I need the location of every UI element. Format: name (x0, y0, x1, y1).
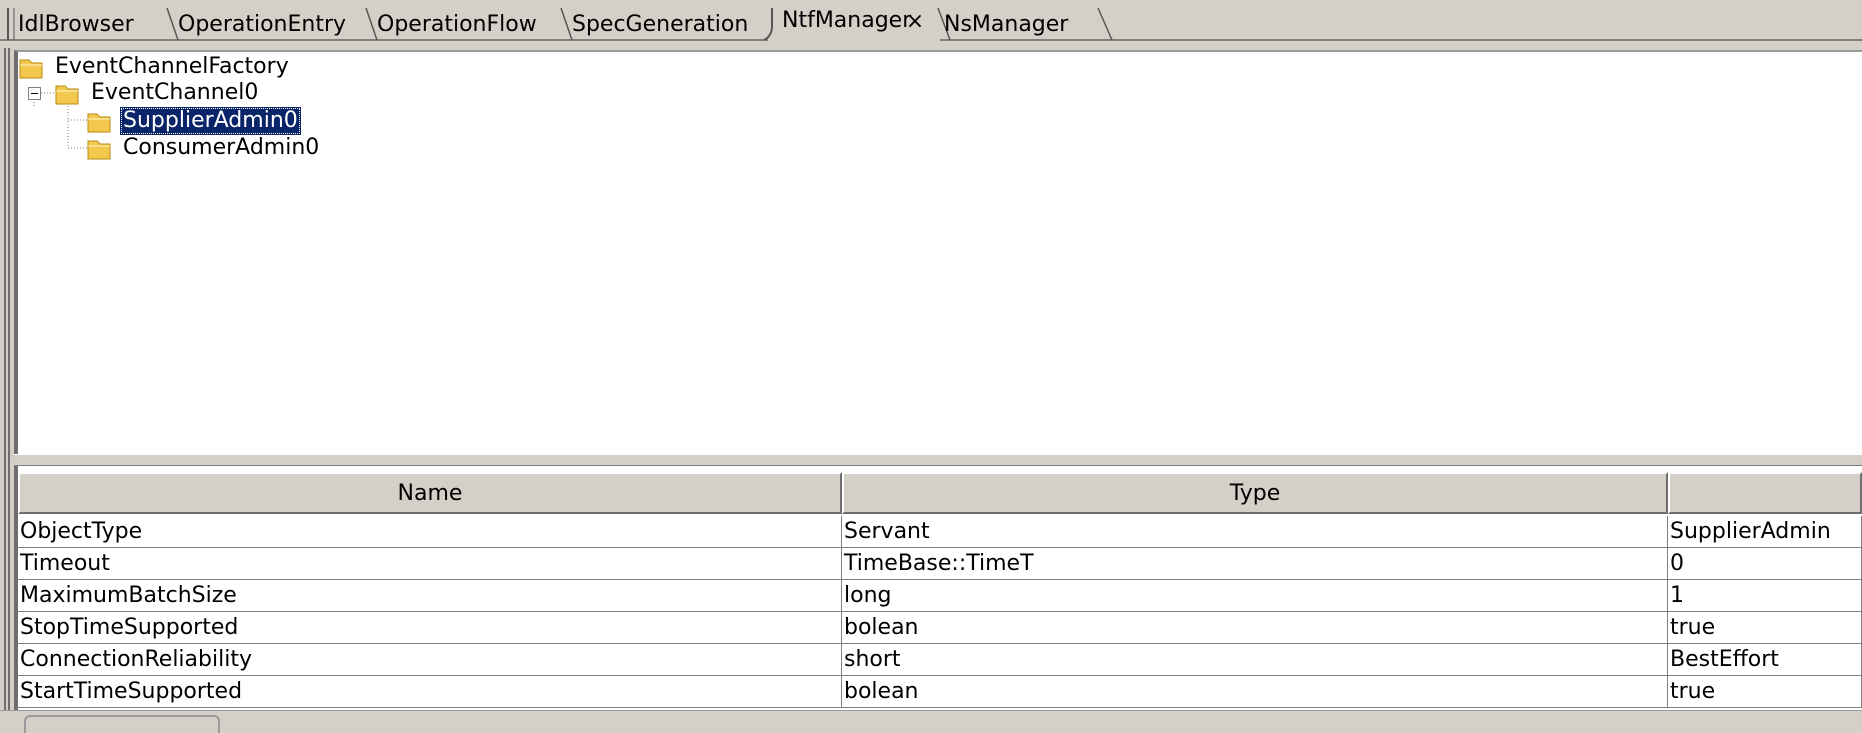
cell-type: Servant (842, 516, 1668, 548)
bottom-tab[interactable] (24, 715, 220, 733)
tree-node-supplieradmin[interactable]: SupplierAdmin0 (86, 106, 301, 136)
cell-name: StartTimeSupported (18, 676, 842, 708)
tree-node-eventchannel[interactable]: EventChannel0 (54, 78, 261, 108)
column-header-value[interactable] (1668, 472, 1862, 514)
table-row[interactable]: ObjectType Servant SupplierAdmin (18, 516, 1862, 548)
cell-type: bolean (842, 612, 1668, 644)
tree-node-label: ConsumerAdmin0 (123, 135, 320, 160)
cell-name: MaximumBatchSize (18, 580, 842, 612)
tab-ntfmanager[interactable]: NtfManager (782, 6, 911, 36)
tree-node-consumeradmin[interactable]: ConsumerAdmin0 (86, 133, 322, 163)
tab-nsmanager[interactable]: NsManager (944, 10, 1068, 40)
left-frame-edge (4, 48, 10, 710)
panel-splitter[interactable] (14, 454, 1862, 466)
tab-operationentry[interactable]: OperationEntry (178, 10, 346, 40)
folder-icon (19, 59, 43, 79)
table-body: ObjectType Servant SupplierAdmin Timeout… (18, 516, 1862, 708)
table-row[interactable]: StopTimeSupported bolean true (18, 612, 1862, 644)
cell-value: true (1668, 676, 1862, 708)
folder-icon (55, 85, 79, 105)
tree-node-label: SupplierAdmin0 (120, 107, 301, 135)
cell-name: StopTimeSupported (18, 612, 842, 644)
cell-value: true (1668, 612, 1862, 644)
tab-strip: IdlBrowser OperationEntry OperationFlow … (0, 0, 1862, 48)
tree-node-label: EventChannel0 (91, 80, 259, 105)
tab-close-icon[interactable]: × (902, 9, 928, 35)
cell-name: ConnectionReliability (18, 644, 842, 676)
cell-type: long (842, 580, 1668, 612)
folder-icon (87, 113, 111, 133)
folder-icon (87, 140, 111, 160)
table-header: Name Type (18, 472, 1862, 514)
table-row[interactable]: Timeout TimeBase::TimeT 0 (18, 548, 1862, 580)
table-row[interactable]: StartTimeSupported bolean true (18, 676, 1862, 708)
tree-node-label: EventChannelFactory (55, 54, 289, 79)
cell-type: short (842, 644, 1668, 676)
collapse-icon[interactable] (28, 87, 41, 100)
tab-specgeneration[interactable]: SpecGeneration (572, 10, 748, 40)
tab-operationflow[interactable]: OperationFlow (377, 10, 537, 40)
bottom-tab-bar (0, 710, 1862, 733)
cell-value: 1 (1668, 580, 1862, 612)
cell-name: Timeout (18, 548, 842, 580)
tab-idlbrowser[interactable]: IdlBrowser (18, 10, 134, 40)
tree-view[interactable]: EventChannelFactory EventChannel0 Suppli… (14, 50, 1862, 454)
properties-table: Name Type ObjectType Servant SupplierAdm… (14, 466, 1862, 710)
table-row[interactable]: MaximumBatchSize long 1 (18, 580, 1862, 612)
cell-value: 0 (1668, 548, 1862, 580)
column-header-type[interactable]: Type (842, 472, 1668, 514)
cell-type: bolean (842, 676, 1668, 708)
table-row[interactable]: ConnectionReliability short BestEffort (18, 644, 1862, 676)
column-header-name[interactable]: Name (18, 472, 842, 514)
cell-name: ObjectType (18, 516, 842, 548)
cell-value: SupplierAdmin (1668, 516, 1862, 548)
cell-value: BestEffort (1668, 644, 1862, 676)
cell-type: TimeBase::TimeT (842, 548, 1668, 580)
